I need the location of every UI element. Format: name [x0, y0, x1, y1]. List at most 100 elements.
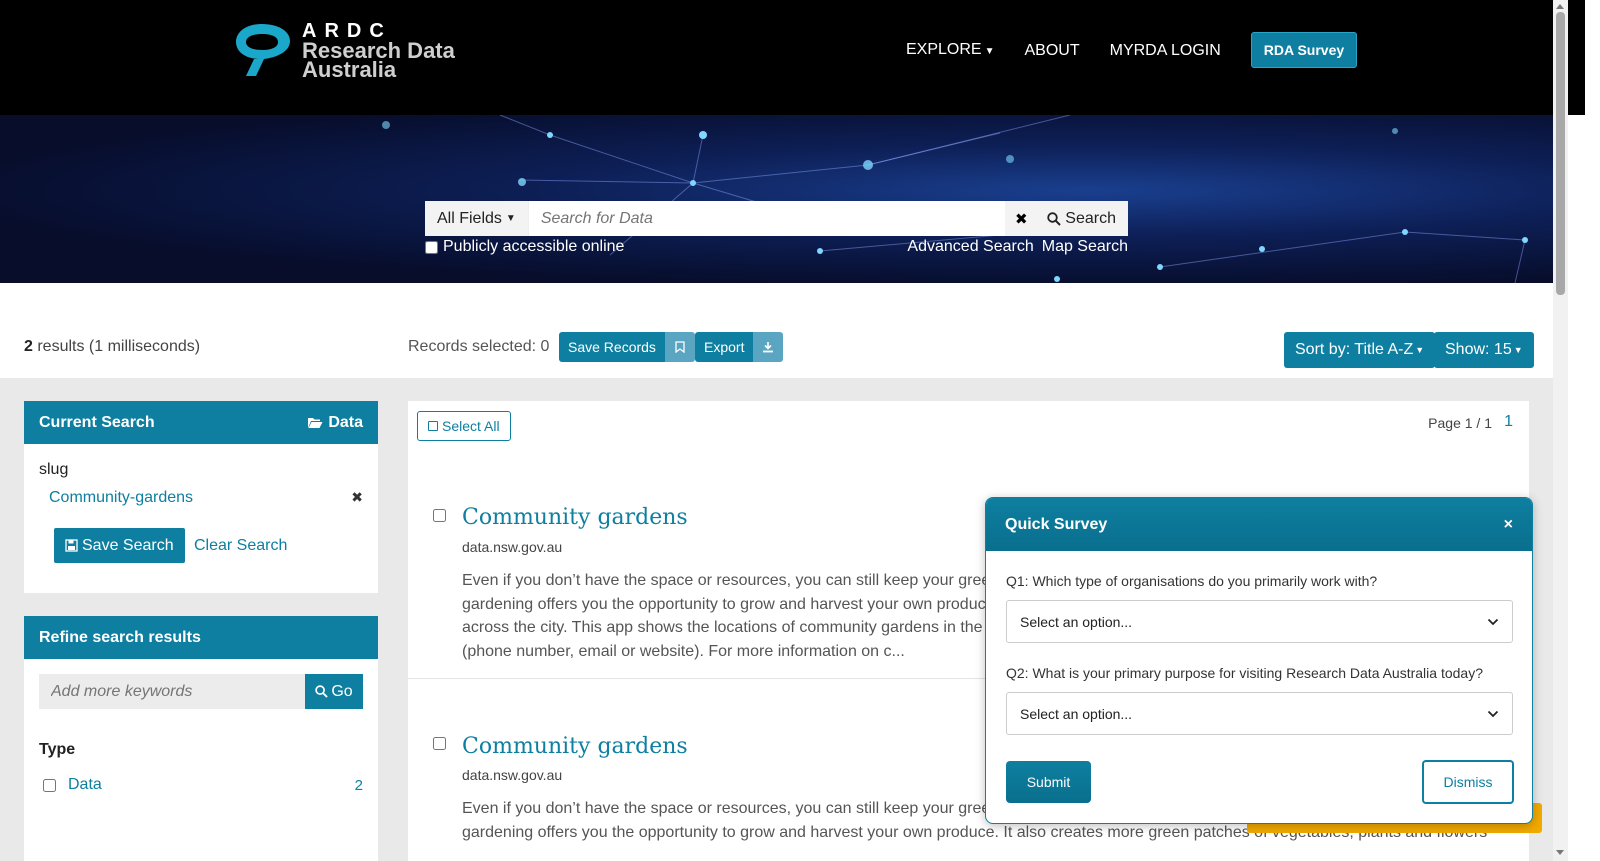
caret-down-icon: ▼	[1415, 345, 1425, 355]
public-access-label: Publicly accessible online	[443, 238, 625, 255]
export-group: Export	[695, 332, 784, 362]
save-records-group: Save Records	[559, 332, 695, 362]
folder-open-icon	[308, 418, 323, 428]
survey-q2-label: Q2: What is your primary purpose for vis…	[1006, 665, 1483, 681]
type-data-checkbox[interactable]	[43, 778, 56, 792]
show-count-label: Show: 15	[1445, 341, 1512, 358]
facet-value-link[interactable]: Community-gardens	[49, 489, 193, 507]
survey-header: Quick Survey ×	[986, 498, 1532, 551]
results-toolbar: 2 results (1 milliseconds) Records selec…	[0, 283, 1553, 378]
records-selected: Records selected: 0	[408, 338, 550, 355]
facet-label: slug	[39, 461, 69, 478]
result-checkbox[interactable]	[433, 509, 446, 522]
result-count-suffix: results (1 milliseconds)	[32, 338, 201, 355]
scroll-down-icon[interactable]	[1556, 850, 1564, 855]
result-source: data.nsw.gov.au	[462, 767, 563, 783]
page-info: Page 1 / 1	[1428, 415, 1492, 431]
clear-search-icon[interactable]: ✖	[1005, 201, 1038, 236]
result-title-link[interactable]: Community gardens	[462, 505, 688, 530]
site-logo[interactable]: ARDC Research Data Australia	[232, 21, 455, 81]
quick-survey-modal: Quick Survey × Q1: Which type of organis…	[985, 497, 1533, 824]
page-link-1[interactable]: 1	[1504, 413, 1513, 431]
nav-explore[interactable]: EXPLORE ▼	[906, 40, 995, 62]
search-links: Advanced Search Map Search	[899, 238, 1128, 256]
scroll-up-icon[interactable]	[1556, 4, 1564, 9]
search-input[interactable]	[528, 201, 1006, 236]
search-icon	[315, 685, 329, 698]
clear-search-link[interactable]: Clear Search	[194, 537, 287, 555]
survey-q1-label: Q1: Which type of organisations do you p…	[1006, 573, 1378, 589]
type-facet-item: Data 2	[39, 776, 363, 794]
map-search-link[interactable]: Map Search	[1042, 238, 1128, 255]
logo-text: ARDC Research Data Australia	[302, 21, 455, 81]
search-button[interactable]: Search	[1037, 201, 1128, 236]
chevron-down-icon	[1487, 618, 1499, 625]
nav-explore-label: EXPLORE	[906, 41, 982, 58]
search-field-dropdown[interactable]: All Fields ▼	[425, 201, 529, 236]
refine-title: Refine search results	[39, 628, 201, 646]
select-all-label: Select All	[442, 418, 500, 434]
search-field-label: All Fields	[437, 209, 502, 227]
scrollbar-thumb[interactable]	[1556, 12, 1565, 295]
bookmark-icon[interactable]	[664, 332, 695, 362]
type-data-count: 2	[354, 776, 363, 794]
page-scrollbar[interactable]	[1553, 0, 1568, 861]
refine-panel: Refine search results Go Type Data 2	[24, 616, 378, 861]
public-access-checkbox[interactable]	[425, 240, 438, 254]
refine-header: Refine search results	[24, 616, 378, 659]
remove-facet-icon[interactable]: ✖	[351, 489, 363, 506]
survey-q2-select[interactable]: Select an option...	[1006, 692, 1513, 735]
caret-down-icon: ▼	[505, 213, 516, 224]
result-count: 2 results (1 milliseconds)	[24, 338, 200, 356]
type-facet-label: Type	[39, 741, 76, 758]
search-options: Publicly accessible online Advanced Sear…	[425, 238, 1128, 256]
save-search-button[interactable]: Save Search	[54, 528, 185, 563]
survey-submit-button[interactable]: Submit	[1006, 761, 1091, 803]
keyword-search: Go	[39, 674, 363, 709]
caret-down-icon: ▼	[984, 46, 995, 57]
caret-down-icon: ▼	[1513, 345, 1523, 355]
type-data-link[interactable]: Data	[68, 776, 355, 794]
go-button[interactable]: Go	[305, 674, 363, 709]
chevron-down-icon	[1487, 710, 1499, 717]
current-search-header: Current Search Data	[24, 401, 378, 444]
advanced-search-link[interactable]: Advanced Search	[907, 238, 1033, 255]
public-access-filter[interactable]: Publicly accessible online	[425, 238, 624, 256]
rda-survey-button[interactable]: RDA Survey	[1250, 32, 1358, 68]
result-checkbox[interactable]	[433, 737, 446, 750]
download-icon[interactable]	[753, 332, 784, 362]
search-bar: All Fields▼ ✖ Search	[425, 201, 1128, 236]
survey-dismiss-button[interactable]: Dismiss	[1422, 760, 1514, 804]
export-button[interactable]: Export	[695, 332, 754, 362]
sort-label: Sort by: Title A-Z	[1295, 341, 1414, 358]
survey-title: Quick Survey	[1005, 515, 1108, 533]
search-icon	[1047, 211, 1062, 226]
save-search-label: Save Search	[82, 536, 174, 554]
nav-myrda-login[interactable]: MYRDA LOGIN	[1110, 41, 1221, 61]
floppy-disk-icon	[65, 539, 78, 552]
site-header: ARDC Research Data Australia EXPLORE ▼ AB…	[0, 0, 1585, 115]
context-label: Data	[328, 413, 363, 431]
main-nav: EXPLORE ▼ ABOUT MYRDA LOGIN RDA Survey	[906, 32, 1358, 68]
go-button-label: Go	[331, 682, 353, 700]
survey-q1-select[interactable]: Select an option...	[1006, 600, 1513, 643]
result-title-link[interactable]: Community gardens	[462, 734, 688, 759]
current-search-title: Current Search	[39, 413, 155, 431]
result-count-number: 2	[24, 338, 33, 355]
show-count-dropdown[interactable]: Show: 15 ▼	[1434, 332, 1534, 368]
select-all-button[interactable]: Select All	[417, 411, 511, 441]
current-search-panel: Current Search Data slug Community-garde…	[24, 401, 378, 593]
save-records-button[interactable]: Save Records	[559, 332, 665, 362]
nav-about[interactable]: ABOUT	[1025, 41, 1080, 61]
survey-q2-value: Select an option...	[1020, 705, 1133, 722]
square-icon	[428, 421, 438, 431]
close-icon[interactable]: ×	[1504, 516, 1513, 534]
keyword-input[interactable]	[39, 674, 305, 709]
result-source: data.nsw.gov.au	[462, 539, 563, 555]
context-indicator: Data	[307, 414, 363, 432]
hero-banner	[0, 115, 1553, 283]
survey-q1-value: Select an option...	[1020, 613, 1133, 630]
network-background-graphic	[382, 115, 1528, 283]
sort-dropdown[interactable]: Sort by: Title A-Z ▼	[1284, 332, 1436, 368]
search-button-label: Search	[1065, 209, 1116, 227]
